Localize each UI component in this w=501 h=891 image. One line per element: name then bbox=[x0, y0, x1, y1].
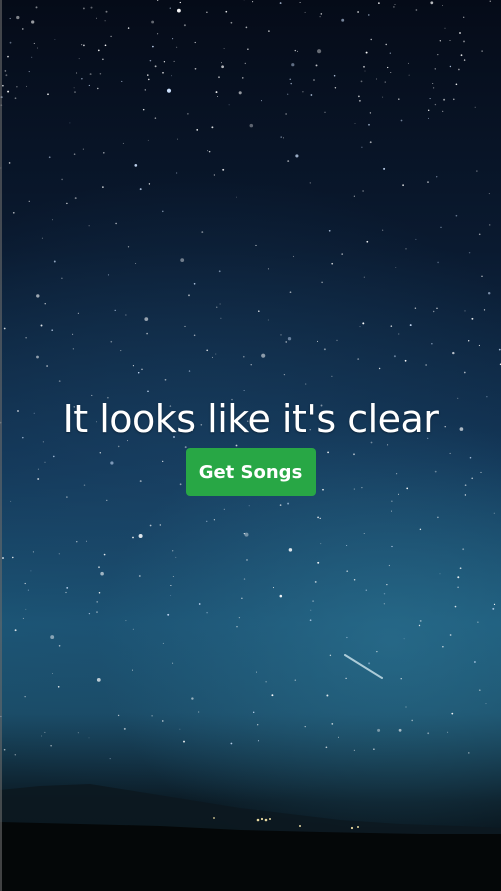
shooting-star bbox=[344, 654, 383, 679]
app-screen: It looks like it's clear Get Songs bbox=[0, 0, 501, 891]
main-content: It looks like it's clear Get Songs bbox=[0, 392, 501, 496]
get-songs-button[interactable]: Get Songs bbox=[185, 448, 316, 496]
weather-headline: It looks like it's clear bbox=[62, 397, 439, 441]
